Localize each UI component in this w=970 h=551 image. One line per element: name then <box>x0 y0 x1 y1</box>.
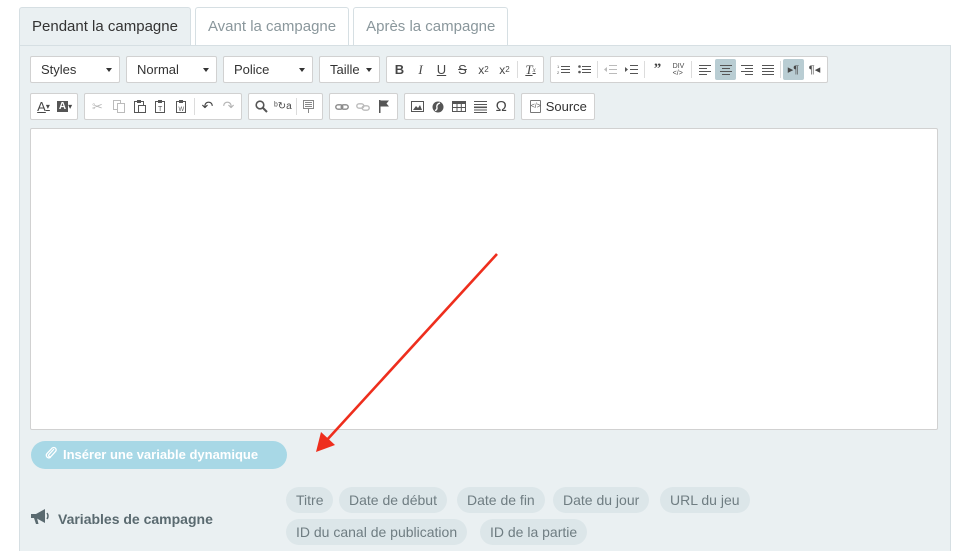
tab-panel: Styles Normal Police Taille B I U S x2 x… <box>19 45 951 551</box>
tab-pendant-campagne[interactable]: Pendant la campagne <box>19 7 191 46</box>
editing-group: ᵇ↻a <box>248 93 323 120</box>
select-all-icon[interactable] <box>299 96 320 117</box>
chevron-down-icon <box>203 68 209 72</box>
variable-chip-id-canal[interactable]: ID du canal de publication <box>286 519 468 545</box>
justify-icon[interactable] <box>757 59 778 80</box>
text-direction-rtl-icon[interactable]: ¶◂ <box>804 59 825 80</box>
source-button[interactable]: </> Source <box>520 93 595 120</box>
align-right-icon[interactable] <box>736 59 757 80</box>
editor-content-area[interactable] <box>30 128 938 430</box>
cut-icon[interactable]: ✂ <box>87 96 108 117</box>
insert-dynamic-variable-label: Insérer une variable dynamique <box>63 447 259 462</box>
campaign-variables-label: Variables de campagne <box>30 508 213 529</box>
separator <box>644 61 645 78</box>
separator <box>517 61 518 78</box>
table-icon[interactable] <box>449 96 470 117</box>
find-icon[interactable] <box>251 96 272 117</box>
align-center-icon[interactable] <box>715 59 736 80</box>
styles-dropdown-label: Styles <box>41 62 77 77</box>
text-color-icon[interactable]: A ▾ <box>33 96 54 117</box>
italic-icon[interactable]: I <box>410 59 431 80</box>
paste-text-icon[interactable]: T <box>150 96 171 117</box>
image-icon[interactable] <box>407 96 428 117</box>
underline-icon[interactable]: U <box>431 59 452 80</box>
paragraph-group: 12 ” DIV </> ▸¶ ¶◂ <box>550 56 828 83</box>
paste-from-word-icon[interactable]: W <box>171 96 192 117</box>
campaign-variables-text: Variables de campagne <box>58 510 213 527</box>
chevron-down-icon <box>106 68 112 72</box>
create-div-icon[interactable]: DIV </> <box>668 59 689 80</box>
source-button-label: Source <box>545 99 587 114</box>
separator <box>780 61 781 78</box>
numbered-list-icon[interactable]: 12 <box>553 59 574 80</box>
variable-chip-date-debut[interactable]: Date de début <box>339 487 447 513</box>
separator <box>194 98 195 115</box>
decrease-indent-icon[interactable] <box>600 59 621 80</box>
redo-icon[interactable]: ↷ <box>218 96 239 117</box>
links-group <box>328 93 398 120</box>
format-dropdown[interactable]: Normal <box>126 56 217 83</box>
align-left-icon[interactable] <box>694 59 715 80</box>
chevron-down-icon <box>366 68 372 72</box>
toolbar-row-1: Styles Normal Police Taille B I U S x2 x… <box>30 56 834 83</box>
bold-icon[interactable]: B <box>389 59 410 80</box>
unlink-icon[interactable] <box>353 96 374 117</box>
tab-bar: Pendant la campagne Avant la campagne Ap… <box>19 7 512 46</box>
undo-icon[interactable]: ↶ <box>197 96 218 117</box>
special-char-omega-icon[interactable]: Ω <box>491 96 512 117</box>
svg-text:W: W <box>178 107 184 113</box>
separator <box>295 98 297 115</box>
variable-chip-titre[interactable]: Titre <box>286 487 334 513</box>
variable-chip-date-jour[interactable]: Date du jour <box>553 487 650 513</box>
styles-dropdown[interactable]: Styles <box>30 56 120 83</box>
colors-group: A ▾ A ▾ <box>30 93 78 120</box>
variable-chip-date-fin[interactable]: Date de fin <box>457 487 545 513</box>
replace-icon[interactable]: ᵇ↻a <box>272 96 294 117</box>
font-dropdown[interactable]: Police <box>223 56 313 83</box>
horizontal-rule-icon[interactable] <box>470 96 491 117</box>
separator <box>691 61 692 78</box>
strikethrough-icon[interactable]: S <box>452 59 473 80</box>
subscript-icon[interactable]: x2 <box>473 59 494 80</box>
background-color-icon[interactable]: A ▾ <box>54 96 75 117</box>
source-icon: </> <box>529 100 541 113</box>
megaphone-icon <box>30 508 50 529</box>
svg-text:T: T <box>158 106 163 113</box>
bulleted-list-icon[interactable] <box>574 59 595 80</box>
svg-text:1: 1 <box>557 64 560 69</box>
format-dropdown-label: Normal <box>137 62 179 77</box>
variable-chip-url-jeu[interactable]: URL du jeu <box>660 487 750 513</box>
tab-apres-campagne[interactable]: Après la campagne <box>353 7 509 45</box>
increase-indent-icon[interactable] <box>621 59 642 80</box>
flash-icon[interactable] <box>428 96 449 117</box>
paste-icon[interactable] <box>129 96 150 117</box>
remove-format-icon[interactable]: Tx <box>520 59 541 80</box>
basic-styles-group: B I U S x2 x2 Tx <box>386 56 544 83</box>
svg-text:2: 2 <box>557 70 560 75</box>
paperclip-icon <box>45 441 57 469</box>
size-dropdown-label: Taille <box>330 62 360 77</box>
text-direction-ltr-icon[interactable]: ▸¶ <box>783 59 804 80</box>
chevron-down-icon <box>299 68 305 72</box>
tab-avant-campagne[interactable]: Avant la campagne <box>194 7 350 45</box>
font-dropdown-label: Police <box>234 62 270 77</box>
blockquote-icon[interactable]: ” <box>647 59 668 80</box>
insert-group: Ω <box>403 93 515 120</box>
clipboard-group: ✂ T W ↶ ↷ <box>84 93 242 120</box>
variable-chip-id-partie[interactable]: ID de la partie <box>480 519 588 545</box>
copy-icon[interactable] <box>108 96 129 117</box>
insert-dynamic-variable-button[interactable]: Insérer une variable dynamique <box>31 441 287 469</box>
separator <box>597 61 598 78</box>
anchor-flag-icon[interactable] <box>374 96 395 117</box>
link-icon[interactable] <box>332 96 353 117</box>
size-dropdown[interactable]: Taille <box>319 56 380 83</box>
superscript-icon[interactable]: x2 <box>494 59 515 80</box>
toolbar-row-2: A ▾ A ▾ ✂ T W ↶ ↷ ᵇ↻a Ω </> Source <box>30 93 595 120</box>
